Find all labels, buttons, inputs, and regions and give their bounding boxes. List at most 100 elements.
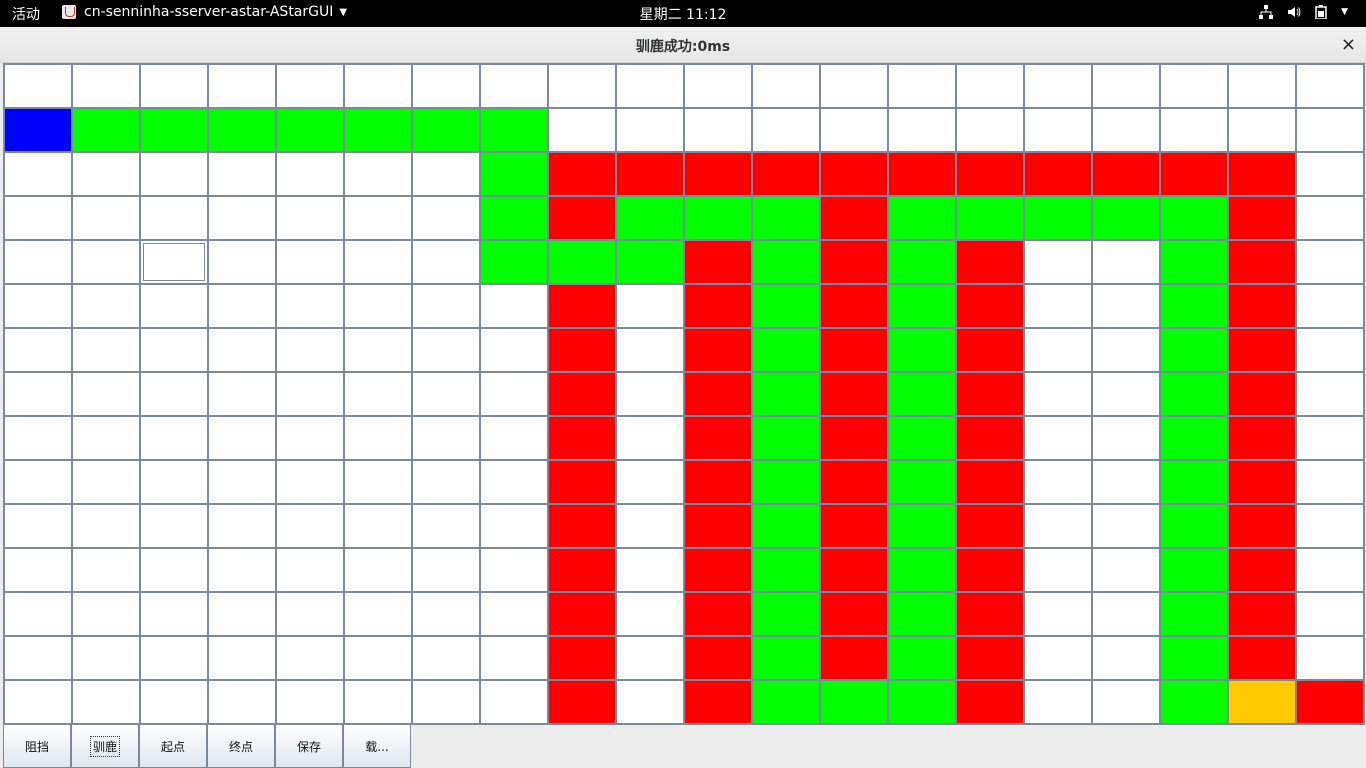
grid-cell-empty[interactable] [140,372,208,416]
grid-cell-empty[interactable] [72,328,140,372]
volume-icon[interactable] [1287,5,1301,23]
grid-cell-path[interactable] [480,108,548,152]
grid-cell-empty[interactable] [1228,64,1296,108]
grid-cell-empty[interactable] [1092,108,1160,152]
grid-cell-block[interactable] [684,548,752,592]
grid-cell-block[interactable] [956,328,1024,372]
grid-cell-empty[interactable] [344,64,412,108]
grid-cell-empty[interactable] [276,152,344,196]
grid-cell-empty[interactable] [208,636,276,680]
grid-cell-empty[interactable] [1024,636,1092,680]
grid-cell-empty[interactable] [616,504,684,548]
grid-cell-path[interactable] [1160,240,1228,284]
network-icon[interactable] [1259,5,1274,23]
grid-cell-empty[interactable] [344,372,412,416]
save-button[interactable]: 保存 [275,724,343,768]
grid-cell-empty[interactable] [412,504,480,548]
grid-cell-empty[interactable] [1228,108,1296,152]
find-path-button[interactable]: 驯鹿 [71,724,139,768]
grid-cell-empty[interactable] [140,548,208,592]
grid-cell-empty[interactable] [1024,328,1092,372]
grid-cell-block[interactable] [548,152,616,196]
grid-cell-empty[interactable] [480,592,548,636]
grid-cell-path[interactable] [412,108,480,152]
grid-cell-empty[interactable] [276,592,344,636]
grid-cell-block[interactable] [752,152,820,196]
grid-cell-empty[interactable] [140,328,208,372]
grid-cell-empty[interactable] [72,592,140,636]
grid-cell-path[interactable] [888,460,956,504]
grid-cell-path[interactable] [888,328,956,372]
grid-cell-path[interactable] [888,284,956,328]
grid-cell-empty[interactable] [4,504,72,548]
start-point-button[interactable]: 起点 [139,724,207,768]
grid-cell-path[interactable] [616,240,684,284]
grid-cell-empty[interactable] [140,196,208,240]
grid-cell-empty[interactable] [1024,108,1092,152]
grid-cell-empty[interactable] [208,372,276,416]
grid-cell-empty[interactable] [1296,504,1364,548]
grid-cell-block[interactable] [956,460,1024,504]
grid-cell-path[interactable] [888,636,956,680]
grid-cell-empty[interactable] [616,636,684,680]
grid-cell-empty[interactable] [1092,328,1160,372]
grid-cell-empty[interactable] [1024,460,1092,504]
grid-cell-empty[interactable] [276,548,344,592]
grid-cell-empty[interactable] [140,636,208,680]
grid-cell-empty[interactable] [4,152,72,196]
grid-cell-block[interactable] [1228,636,1296,680]
grid-cell-empty[interactable] [276,416,344,460]
grid-cell-empty[interactable] [208,240,276,284]
grid-cell-empty[interactable] [4,548,72,592]
grid-cell-block[interactable] [820,636,888,680]
grid-cell-empty[interactable] [1092,636,1160,680]
grid-cell-empty[interactable] [616,328,684,372]
grid-cell-block[interactable] [684,636,752,680]
grid-cell-empty[interactable] [412,680,480,724]
grid-cell-empty[interactable] [344,504,412,548]
grid-cell-empty[interactable] [548,108,616,152]
grid-cell-empty[interactable] [72,680,140,724]
battery-icon[interactable] [1315,5,1327,23]
grid-cell-path[interactable] [820,680,888,724]
grid-cell-block[interactable] [956,284,1024,328]
grid-cell-empty[interactable] [1024,240,1092,284]
grid-cell-block[interactable] [1228,152,1296,196]
grid-cell-block[interactable] [684,416,752,460]
grid-cell-empty[interactable] [1296,284,1364,328]
grid-cell-block[interactable] [820,416,888,460]
grid-cell-empty[interactable] [140,460,208,504]
grid-cell-empty[interactable] [276,460,344,504]
grid-cell-block[interactable] [1228,592,1296,636]
grid-cell-block[interactable] [1228,460,1296,504]
grid-cell-path[interactable] [752,680,820,724]
grid-cell-empty[interactable] [1296,328,1364,372]
grid-cell-block[interactable] [956,680,1024,724]
grid-cell-empty[interactable] [1296,460,1364,504]
grid-cell-empty[interactable] [616,460,684,504]
grid-cell-empty[interactable] [684,108,752,152]
grid-cell-empty[interactable] [480,680,548,724]
grid-cell-empty[interactable] [480,504,548,548]
grid-cell-path[interactable] [752,592,820,636]
grid-cell-empty[interactable] [72,372,140,416]
grid-cell-empty[interactable] [1024,64,1092,108]
grid-cell-empty[interactable] [1160,108,1228,152]
grid-cell-empty[interactable] [4,64,72,108]
grid-cell-path[interactable] [548,240,616,284]
grid-cell-path[interactable] [752,416,820,460]
grid-cell-empty[interactable] [1092,416,1160,460]
grid-cell-empty[interactable] [72,504,140,548]
grid-cell-empty[interactable] [480,372,548,416]
grid-cell-empty[interactable] [480,636,548,680]
grid-cell-path[interactable] [752,636,820,680]
grid-cell-block[interactable] [1024,152,1092,196]
close-button[interactable]: × [1341,34,1356,55]
grid-cell-path[interactable] [888,240,956,284]
grid-cell-empty[interactable] [72,284,140,328]
grid-cell-block[interactable] [684,460,752,504]
grid-cell-empty[interactable] [1024,372,1092,416]
grid-cell-empty[interactable] [276,328,344,372]
grid-cell-empty[interactable] [888,108,956,152]
grid-cell-path[interactable] [1160,460,1228,504]
